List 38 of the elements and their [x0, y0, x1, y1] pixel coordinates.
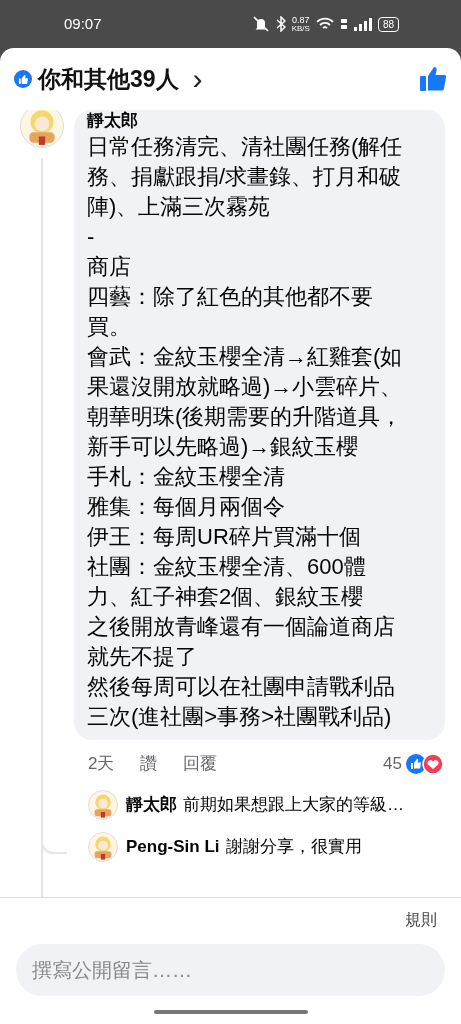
reaction-count: 45 [383, 753, 402, 776]
comment-paragraph: 社團：金紋玉櫻全清、600體力、紅子神套2個、銀紋玉櫻 [87, 553, 367, 611]
reaction-icons-icon [405, 753, 445, 775]
comment-paragraph: 手札：金紋玉櫻全清 [87, 463, 286, 491]
like-button-icon[interactable] [419, 65, 447, 93]
status-time: 09:07 [64, 13, 102, 34]
avatar[interactable] [20, 110, 64, 148]
muted-bell-icon [251, 16, 270, 32]
network-speed: 0.87 [292, 15, 310, 24]
comment-paragraph: - [87, 223, 96, 251]
comment-paragraph: 雅集：每個月兩個令 [87, 493, 286, 521]
comment-paragraph: 四藝：除了紅色的其他都不要買。 [87, 283, 374, 341]
comment-paragraph: 伊王：每周UR碎片買滿十個 [87, 523, 362, 551]
comment-paragraph: 日常任務清完、清社團任務(解任務、捐獻跟捐/求畫錄、打月和破陣)、上滿三次霧苑 [87, 133, 404, 221]
avatar[interactable] [88, 832, 118, 862]
volte-icon [339, 17, 348, 31]
network-speed-unit: KB/S [291, 23, 310, 33]
reply-preview[interactable]: 靜太郎 前期如果想跟上大家的等級… [126, 792, 404, 818]
bluetooth-icon [275, 16, 286, 32]
comment-time: 2天 [88, 753, 115, 776]
like-badge-icon [14, 70, 32, 88]
rules-link[interactable]: 規則 [405, 908, 437, 932]
reply-link[interactable]: 回覆 [183, 751, 218, 777]
comment-input[interactable]: 撰寫公開留言…… [16, 944, 445, 996]
chevron-icon: › [192, 64, 203, 94]
comment-paragraph: 商店 [87, 253, 132, 281]
reply-preview[interactable]: Peng-Sin Li 謝謝分享，很實用 [126, 834, 362, 860]
like-link[interactable]: 讚 [140, 751, 158, 777]
comment-author[interactable]: 靜太郎 [87, 110, 432, 132]
reactions-link[interactable]: 你和其他39人 › [38, 61, 203, 97]
comment-paragraph: 會武：金紋玉櫻全清→紅雞套(如果還沒開放就略過)→小雲碎片、朝華明珠(後期需要的升階道具，新手可以先略過)→銀紋玉櫻 [87, 343, 404, 461]
reactions-summary: 你和其他39人 [38, 64, 179, 94]
comment-paragraph: 之後開放青峰還有一個論道商店就先不提了 [87, 613, 396, 671]
comment-paragraph: 然後每周可以在社團申請戰利品三次(進社團>事務>社團戰利品) [87, 673, 396, 731]
avatar[interactable] [88, 790, 118, 820]
signal-icon [353, 17, 372, 31]
battery-indicator: 88 [377, 16, 399, 32]
wifi-icon [315, 17, 334, 31]
